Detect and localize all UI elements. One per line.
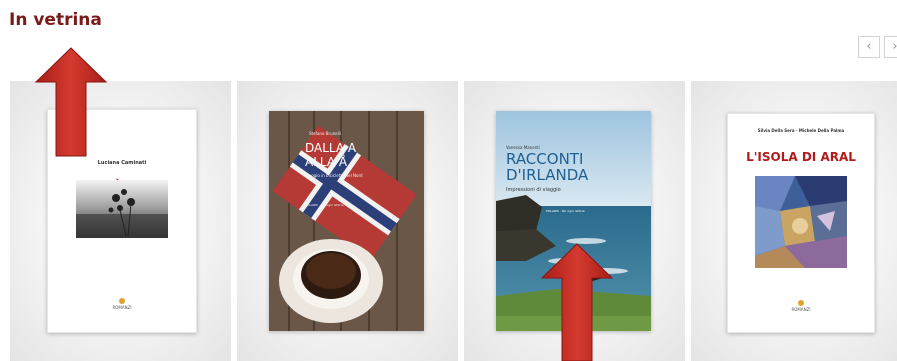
carousel-prev-button[interactable]: ‹: [858, 36, 880, 58]
carousel-item-4[interactable]: Silvia Della Sera · Michele Della Palma …: [691, 81, 897, 361]
cover-photo-flowers: [76, 180, 168, 238]
chevron-right-icon: ›: [892, 39, 897, 54]
annotation-arrow-up-icon: [540, 243, 614, 361]
chevron-left-icon: ‹: [866, 39, 872, 54]
cover-art-collage: [755, 176, 847, 268]
book-author: Stefano Brunelli: [309, 131, 341, 136]
publisher-logo: POLARIS · Per ogni lettore: [546, 209, 585, 213]
book-subtitle: Impressioni di viaggio: [506, 187, 561, 193]
book-title: RACCONTI D'IRLANDA: [506, 150, 589, 184]
publisher-logo: ROMANZI: [48, 298, 196, 310]
annotation-arrow-up-icon: [34, 47, 108, 157]
book-cover-2[interactable]: Stefano Brunelli DALLA A ALLA Å Viaggio i…: [269, 111, 424, 331]
book-author: Silvia Della Sera · Michele Della Palma: [757, 128, 845, 133]
book-cover-4[interactable]: Silvia Della Sera · Michele Della Palma …: [727, 113, 875, 333]
book-author: Luciana Caminati: [97, 160, 147, 166]
publisher-logo: ROMANZI: [728, 300, 874, 312]
section-title: In vetrina: [9, 10, 102, 30]
carousel-next-button[interactable]: ›: [884, 36, 897, 58]
carousel-item-2[interactable]: Stefano Brunelli DALLA A ALLA Å Viaggio i…: [237, 81, 458, 361]
publisher-logo: POLARIS · Per ogni lettore: [305, 203, 344, 207]
book-subtitle: Viaggio in bicicletta nel Nord: [305, 173, 363, 178]
book-title: DALLA A ALLA Å: [305, 141, 357, 169]
book-title: L'ISOLA DI ARAL: [746, 150, 856, 164]
